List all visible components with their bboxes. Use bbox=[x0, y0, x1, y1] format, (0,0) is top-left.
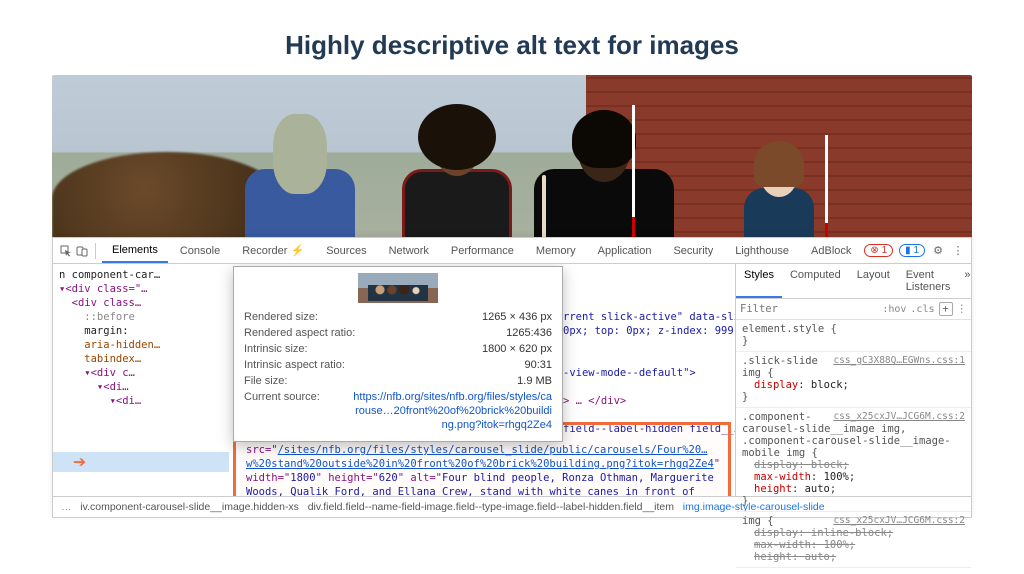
devtools-toolbar: Elements Console Recorder ⚡ Sources Netw… bbox=[53, 238, 971, 264]
tab-sources[interactable]: Sources bbox=[316, 240, 376, 262]
hov-toggle[interactable]: :hov bbox=[882, 304, 906, 315]
info-count-badge[interactable]: ▮ 1 bbox=[899, 244, 925, 257]
elements-tree[interactable]: n component-car… ▾<div class="… <div cla… bbox=[53, 264, 735, 496]
device-toggle-icon[interactable] bbox=[75, 244, 89, 258]
devtools-panel: Elements Console Recorder ⚡ Sources Netw… bbox=[52, 237, 972, 518]
tab-application[interactable]: Application bbox=[588, 240, 662, 262]
styles-tab-events[interactable]: Event Listeners bbox=[898, 264, 959, 298]
image-tooltip: Rendered size:1265 × 436 px Rendered asp… bbox=[233, 266, 563, 442]
tab-console[interactable]: Console bbox=[170, 240, 230, 262]
styles-tab-computed[interactable]: Computed bbox=[782, 264, 849, 298]
style-rule[interactable]: css_x25cxJV…JCG6M.css:2 .component-carou… bbox=[736, 408, 971, 512]
tooltip-thumbnail bbox=[358, 273, 438, 303]
tab-adblock[interactable]: AdBlock bbox=[801, 240, 861, 262]
more-icon[interactable]: ⋮ bbox=[951, 244, 965, 258]
tab-elements[interactable]: Elements bbox=[102, 239, 168, 263]
tab-memory[interactable]: Memory bbox=[526, 240, 586, 262]
callout-arrow-icon: ➔ bbox=[73, 456, 86, 470]
tab-lighthouse[interactable]: Lighthouse bbox=[725, 240, 799, 262]
styles-panel-more-icon[interactable]: ⋮ bbox=[957, 303, 968, 315]
new-style-rule-button[interactable]: + bbox=[939, 302, 953, 316]
style-rule[interactable]: element.style { } bbox=[736, 320, 971, 352]
tab-network[interactable]: Network bbox=[379, 240, 439, 262]
error-count-badge[interactable]: ⊗ 1 bbox=[864, 244, 893, 257]
tab-recorder[interactable]: Recorder ⚡ bbox=[232, 239, 314, 262]
cls-toggle[interactable]: .cls bbox=[910, 304, 934, 315]
gear-icon[interactable]: ⚙ bbox=[931, 244, 945, 258]
styles-tab-styles[interactable]: Styles bbox=[736, 264, 782, 298]
styles-tab-layout[interactable]: Layout bbox=[849, 264, 898, 298]
hero-image bbox=[52, 75, 972, 245]
styles-panel: Styles Computed Layout Event Listeners »… bbox=[735, 264, 971, 496]
tab-security[interactable]: Security bbox=[663, 240, 723, 262]
style-rule[interactable]: css_x25cxJV…JCG6M.css:2 img { display: i… bbox=[736, 512, 971, 568]
hero-image-region bbox=[52, 75, 972, 245]
inspect-icon[interactable] bbox=[59, 244, 73, 258]
page-title: Highly descriptive alt text for images bbox=[0, 0, 1024, 75]
styles-more-icon[interactable]: » bbox=[958, 264, 976, 298]
style-rule[interactable]: css_gC3X88Q…EGWns.css:1 .slick-slide img… bbox=[736, 352, 971, 408]
tooltip-source-link[interactable]: https://nfb.org/sites/nfb.org/files/styl… bbox=[352, 390, 552, 432]
styles-filter-input[interactable] bbox=[740, 303, 878, 315]
tab-performance[interactable]: Performance bbox=[441, 240, 524, 262]
